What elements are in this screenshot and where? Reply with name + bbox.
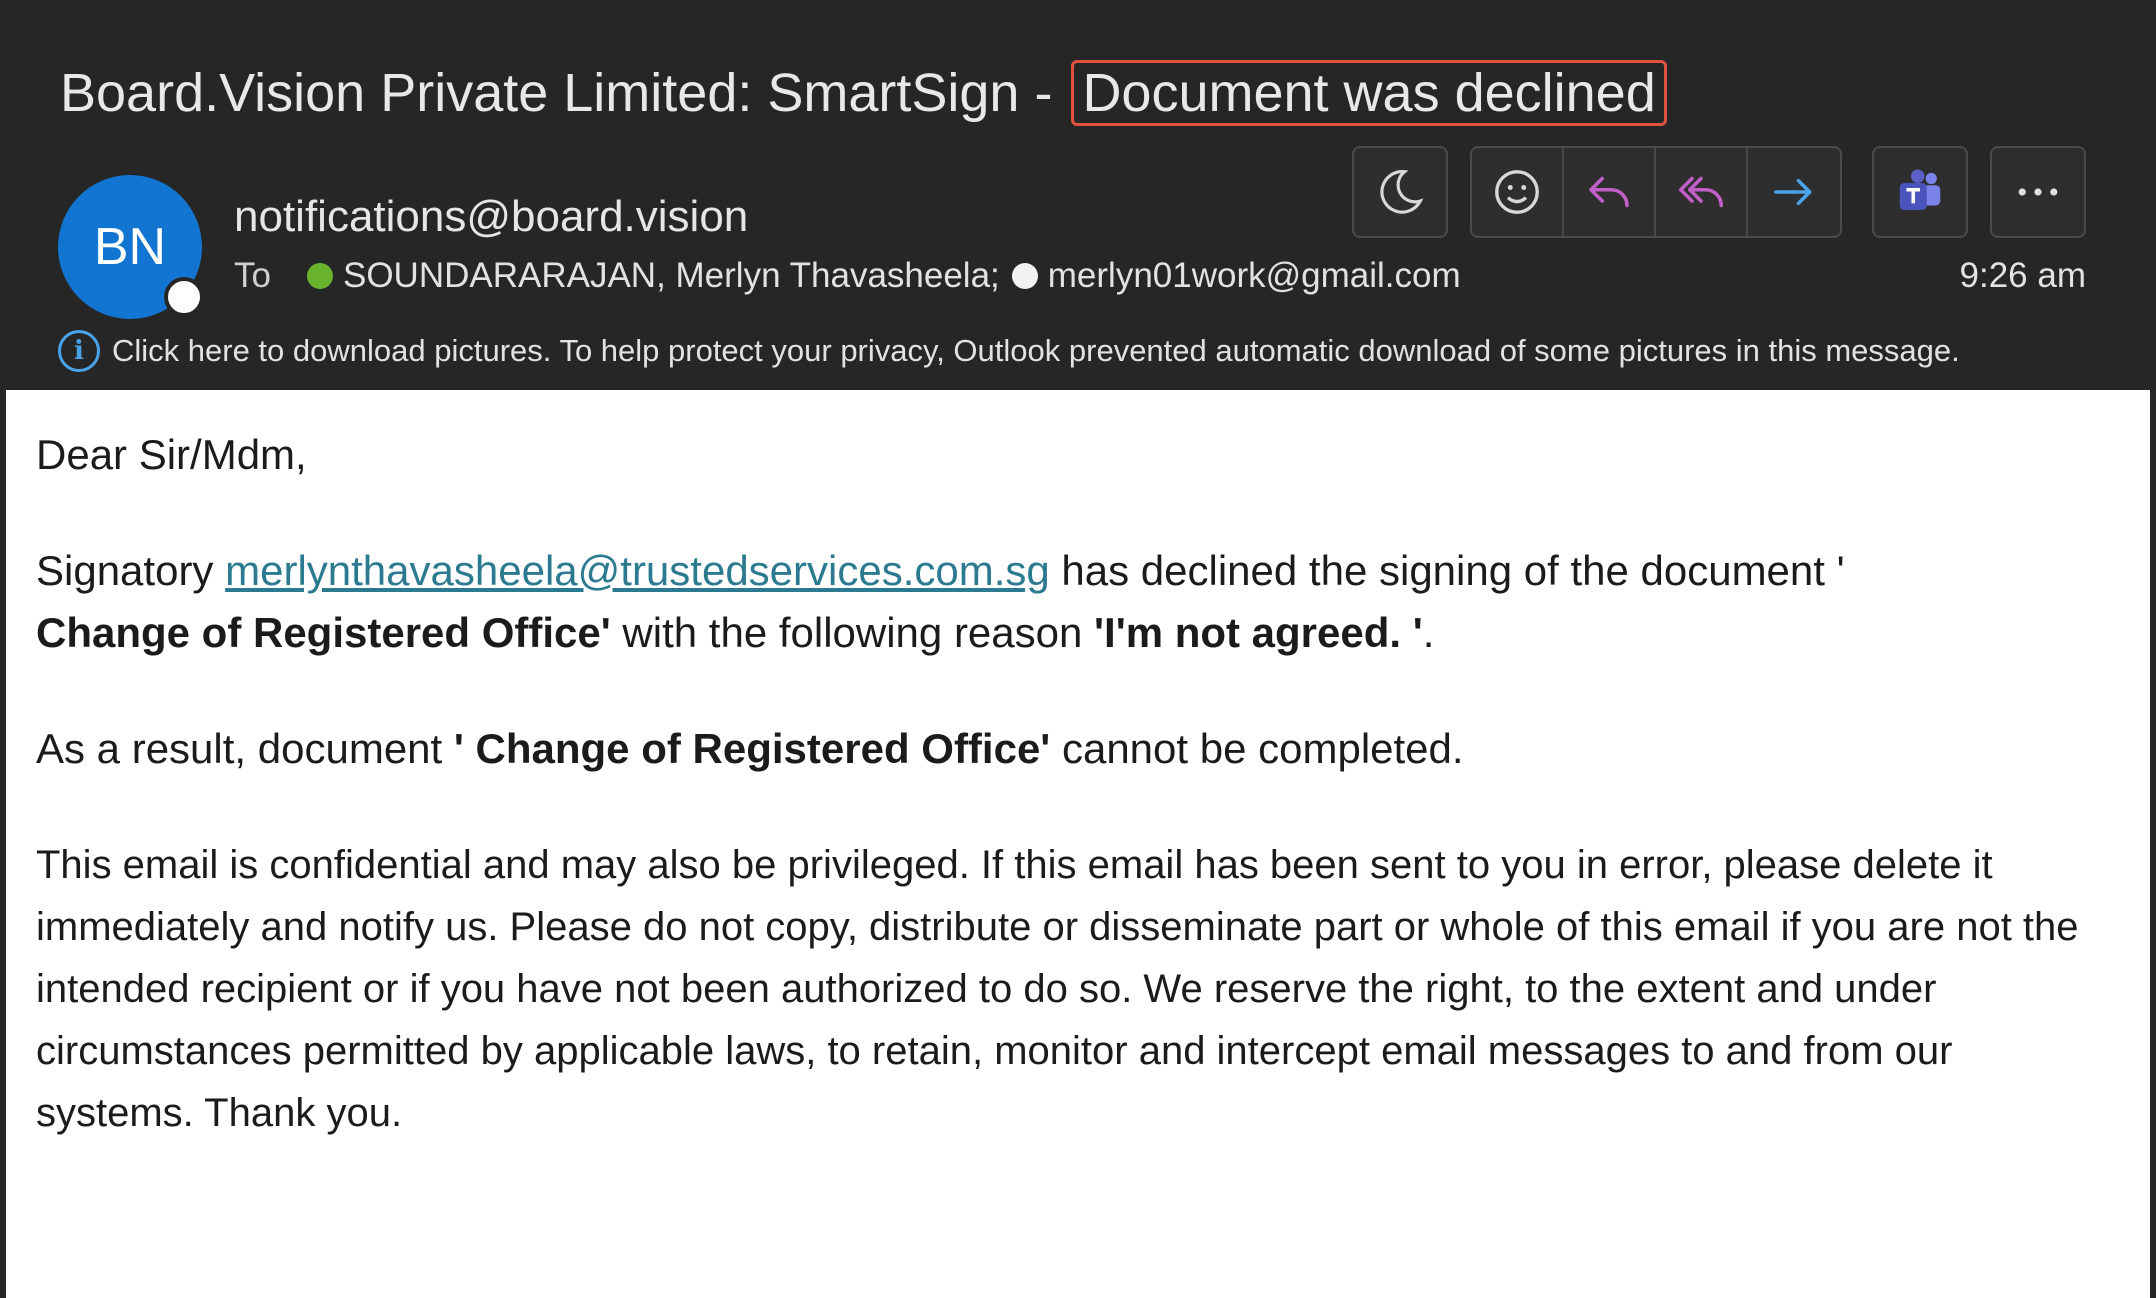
avatar-initials: BN [93,218,167,276]
emoji-icon [1495,170,1539,214]
forward-button[interactable] [1748,148,1840,236]
more-icon [2018,188,2058,196]
presence-status-icon [164,277,204,317]
document-name: ' Change of Registered Office' [453,725,1051,772]
teams-icon [1899,169,1941,210]
reply-toolbar [1470,146,1842,238]
theme-toolbar [1352,146,1448,238]
decline-paragraph: Signatory merlynthavasheela@trustedservi… [36,540,2096,664]
message-content: Dear Sir/Mdm, Signatory merlynthavasheel… [36,424,2096,1198]
recipient-available-icon [306,263,333,289]
info-icon: i [58,330,100,372]
forward-icon [1774,178,1812,206]
greeting: Dear Sir/Mdm, [36,431,307,478]
text-fragment: Signatory [36,547,226,594]
reply-icon [1589,176,1629,208]
subject-highlight: Document was declined [1071,60,1667,126]
moon-icon [1380,170,1424,214]
reply-all-button[interactable] [1656,148,1748,236]
more-actions-button[interactable] [1992,148,2084,236]
recipient-2[interactable]: merlyn01work@gmail.com [1048,256,1461,296]
signatory-email-link[interactable]: merlynthavasheela@trustedservices.com.sg [225,547,1050,594]
recipient-unknown-icon [1011,263,1038,289]
download-pictures-infobar[interactable]: i Click here to download pictures. To he… [58,330,1960,372]
sender-address[interactable]: notifications@board.vision [234,192,748,242]
dark-mode-button[interactable] [1354,148,1446,236]
email-header: Board.Vision Private Limited: SmartSign … [0,0,2156,390]
email-subject: Board.Vision Private Limited: SmartSign … [60,60,1667,126]
document-name: Change of Registered Office' [36,609,611,656]
text-fragment: with the following reason [610,609,1095,656]
more-toolbar [1990,146,2086,238]
share-to-teams-button[interactable] [1874,148,1966,236]
text-fragment: . [1422,609,1435,656]
infobar-message[interactable]: Click here to download pictures. To help… [112,333,1960,369]
recipient-1[interactable]: SOUNDARARAJAN, Merlyn Thavasheela; [343,256,1000,296]
email-body: Dear Sir/Mdm, Signatory merlynthavasheel… [6,390,2150,1298]
teams-toolbar [1872,146,1968,238]
reply-button[interactable] [1564,148,1656,236]
text-fragment: As a result, document [36,725,454,772]
received-time: 9:26 am [1959,256,2086,295]
confidentiality-disclaimer: This email is confidential and may also … [36,843,2079,1135]
recipients-line: To SOUNDARARAJAN, Merlyn Thavasheela; me… [234,256,1461,296]
decline-reason: 'I'm not agreed. ' [1094,609,1423,656]
react-button[interactable] [1472,148,1564,236]
reply-all-icon [1678,176,1724,208]
subject-prefix: Board.Vision Private Limited: SmartSign … [60,63,1068,123]
to-label: To [234,256,271,295]
result-paragraph: As a result, document ' Change of Regist… [36,718,2096,780]
text-fragment: has declined the signing of the document… [1049,547,1845,594]
avatar[interactable]: BN [58,175,204,319]
text-fragment: cannot be completed. [1050,725,1464,772]
